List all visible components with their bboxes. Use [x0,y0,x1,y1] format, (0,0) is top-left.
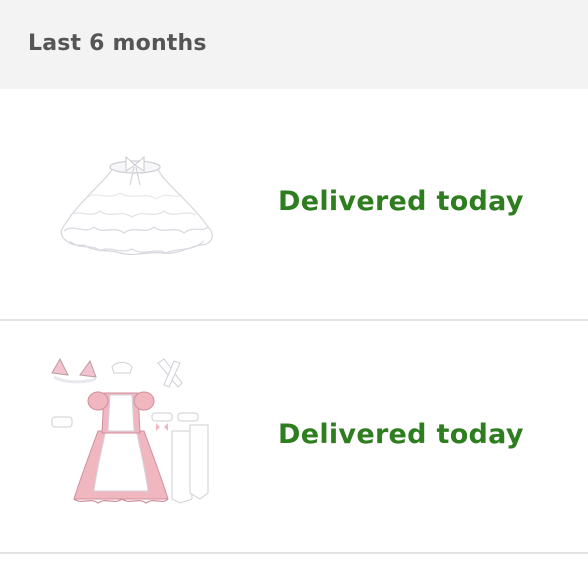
order-row[interactable]: Delivered today [0,321,588,553]
maid-costume-set-thumbnail [40,353,230,523]
tutu-petticoat-thumbnail [40,119,230,289]
delivery-status: Delivered today [278,186,524,217]
delivery-status: Delivered today [278,419,524,450]
order-row[interactable]: Delivered today [0,89,588,320]
section-header: Last 6 months [0,0,588,89]
orders-page: Last 6 months Delivered today Delivered … [0,0,588,588]
next-row-partial [0,554,588,588]
section-title: Last 6 months [28,31,207,56]
